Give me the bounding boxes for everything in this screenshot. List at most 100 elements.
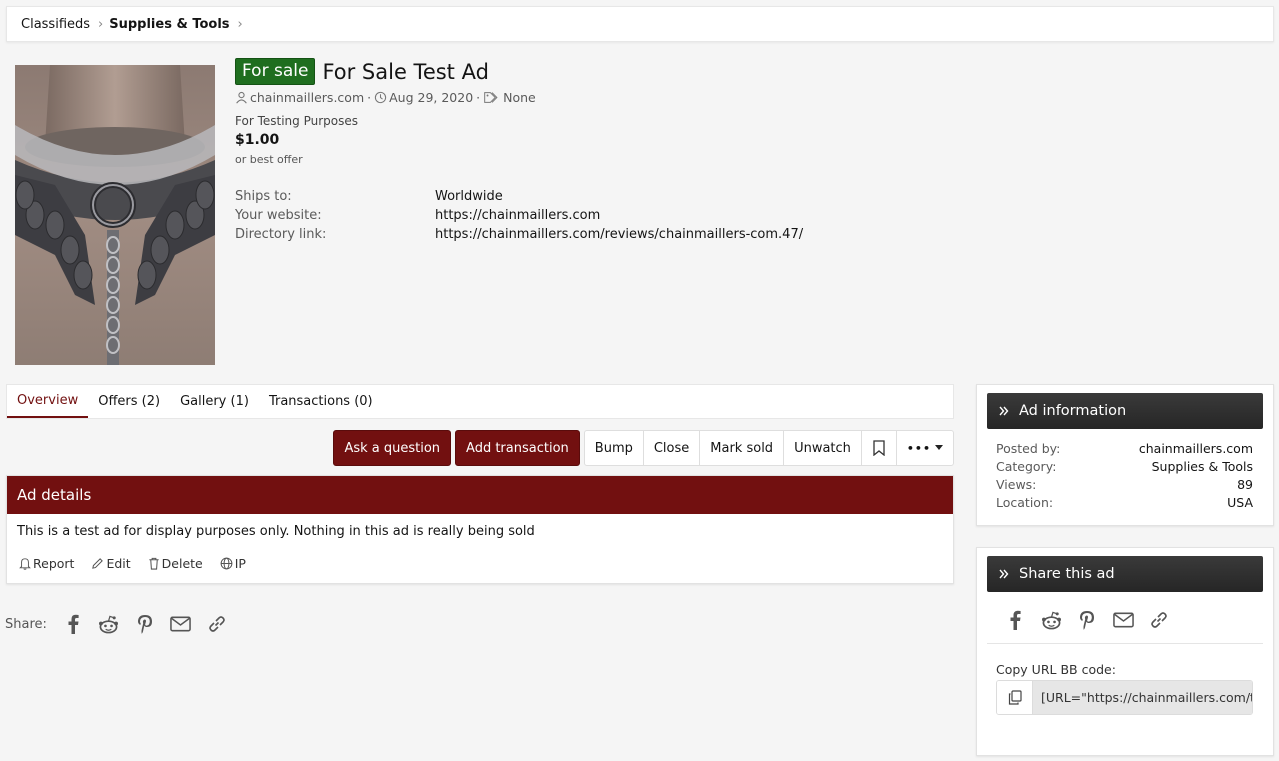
ad-details-body: This is a test ad for display purposes o… [17,524,535,539]
ad-tags: None [503,90,536,105]
add-transaction-button[interactable]: Add transaction [455,430,580,466]
mark-sold-button[interactable]: Mark sold [700,431,785,465]
more-dots-icon: ••• [906,441,931,455]
ip-link[interactable]: IP [220,556,246,571]
bell-icon [19,557,33,570]
action-buttons: Ask a question Add transaction Bump Clos… [329,430,954,466]
copy-url-field: [URL="https://chainmaillers.com/tes [996,680,1253,715]
info-row-category: Category: Supplies & Tools [996,457,1253,475]
copy-url-input[interactable]: [URL="https://chainmaillers.com/tes [1033,681,1252,714]
reddit-icon[interactable] [1033,608,1069,632]
copy-url-label: Copy URL BB code: [996,662,1116,677]
clock-icon [374,91,389,104]
facebook-icon[interactable] [55,612,91,636]
field-row-website: Your website: https://chainmaillers.com [235,206,803,225]
field-value-link[interactable]: https://chainmaillers.com/reviews/chainm… [435,227,803,242]
email-icon[interactable] [1105,608,1141,632]
pinterest-icon[interactable] [127,612,163,636]
ad-tools-group: Bump Close Mark sold Unwatch ••• [583,430,954,466]
field-value-link[interactable]: https://chainmaillers.com [435,208,600,223]
field-label: Directory link: [235,227,327,242]
share-ad-header: Share this ad [987,556,1263,592]
share-ad-title: Share this ad [1019,566,1115,582]
ad-author[interactable]: chainmaillers.com [250,90,364,105]
breadcrumb-separator: › [237,16,243,32]
field-value: Worldwide [435,189,503,204]
for-sale-badge[interactable]: For sale [235,58,316,85]
info-key: Posted by: [996,440,1061,456]
sidebar-share-icons [997,608,1273,632]
ad-header: For sale For Sale Test Ad [235,58,489,85]
bookmark-button[interactable] [862,431,897,465]
close-button[interactable]: Close [644,431,701,465]
reddit-icon[interactable] [91,612,127,636]
field-row-directory: Directory link: https://chainmaillers.co… [235,225,803,244]
unwatch-button[interactable]: Unwatch [784,431,862,465]
facebook-icon[interactable] [997,608,1033,632]
breadcrumb-separator: › [98,16,104,32]
share-ad-block: Share this ad Copy URL BB code: [URL="ht… [976,547,1274,756]
ad-meta: chainmaillers.com · Aug 29, 2020 · None [235,90,536,105]
more-options-button[interactable]: ••• [897,431,953,465]
pinterest-icon[interactable] [1069,608,1105,632]
ad-information-header: Ad information [987,393,1263,429]
edit-link[interactable]: Edit [91,556,131,571]
field-row-ships-to: Ships to: Worldwide [235,187,803,206]
tab-transactions[interactable]: Transactions (0) [259,385,383,418]
tab-offers[interactable]: Offers (2) [88,385,170,418]
report-label: Report [33,556,75,571]
info-key: Views: [996,476,1037,492]
ad-details-heading: Ad details [7,476,953,514]
ad-fields: Ships to: Worldwide Your website: https:… [235,187,803,244]
field-label: Your website: [235,208,322,223]
link-icon[interactable] [199,612,235,636]
info-key: Location: [996,494,1054,510]
share-label: Share: [5,616,47,632]
caret-down-icon [935,445,943,451]
breadcrumb: Classifieds › Supplies & Tools › [6,6,1274,42]
breadcrumb-supplies-tools[interactable]: Supplies & Tools [109,17,229,32]
ad-price: $1.00 [235,132,280,148]
ad-information-title: Ad information [1019,403,1127,419]
info-row-views: Views: 89 [996,475,1253,493]
bookmark-icon [872,440,886,456]
info-value-location: USA [1227,494,1253,510]
ask-question-button[interactable]: Ask a question [333,430,452,466]
edit-label: Edit [106,556,131,571]
delete-label: Delete [161,556,203,571]
chevrons-right-icon [999,569,1019,579]
link-icon[interactable] [1141,608,1177,632]
pencil-icon [91,557,106,570]
ad-title: For Sale Test Ad [322,59,489,84]
breadcrumb-classifieds[interactable]: Classifieds [21,17,90,32]
tab-gallery[interactable]: Gallery (1) [170,385,259,418]
tag-icon [483,91,503,104]
ad-subtitle: For Testing Purposes [235,114,358,128]
globe-icon [220,557,235,570]
trash-icon [148,557,162,570]
chevrons-right-icon [999,406,1019,416]
ad-details-block: Ad details This is a test ad for display… [6,475,954,584]
price-note: or best offer [235,153,303,166]
info-value-category[interactable]: Supplies & Tools [1152,459,1253,474]
divider [987,643,1263,644]
ad-information-list: Posted by: chainmaillers.com Category: S… [977,429,1273,511]
bump-button[interactable]: Bump [585,431,644,465]
delete-link[interactable]: Delete [148,556,203,571]
info-row-location: Location: USA [996,493,1253,511]
copy-button[interactable] [997,681,1033,714]
user-icon [235,91,250,104]
email-icon[interactable] [163,612,199,636]
info-value-views: 89 [1237,476,1253,492]
info-row-posted-by: Posted by: chainmaillers.com [996,439,1253,457]
tab-overview[interactable]: Overview [7,385,89,418]
ad-cover-image[interactable] [15,65,215,365]
report-link[interactable]: Report [19,556,74,571]
share-row: Share: [5,612,235,636]
ad-tabs: Overview Offers (2) Gallery (1) Transact… [6,384,954,419]
ad-date[interactable]: Aug 29, 2020 [389,90,473,105]
ip-label: IP [234,556,246,571]
field-label: Ships to: [235,189,292,204]
copy-icon [1008,690,1022,705]
info-value-posted-by[interactable]: chainmaillers.com [1139,441,1253,456]
